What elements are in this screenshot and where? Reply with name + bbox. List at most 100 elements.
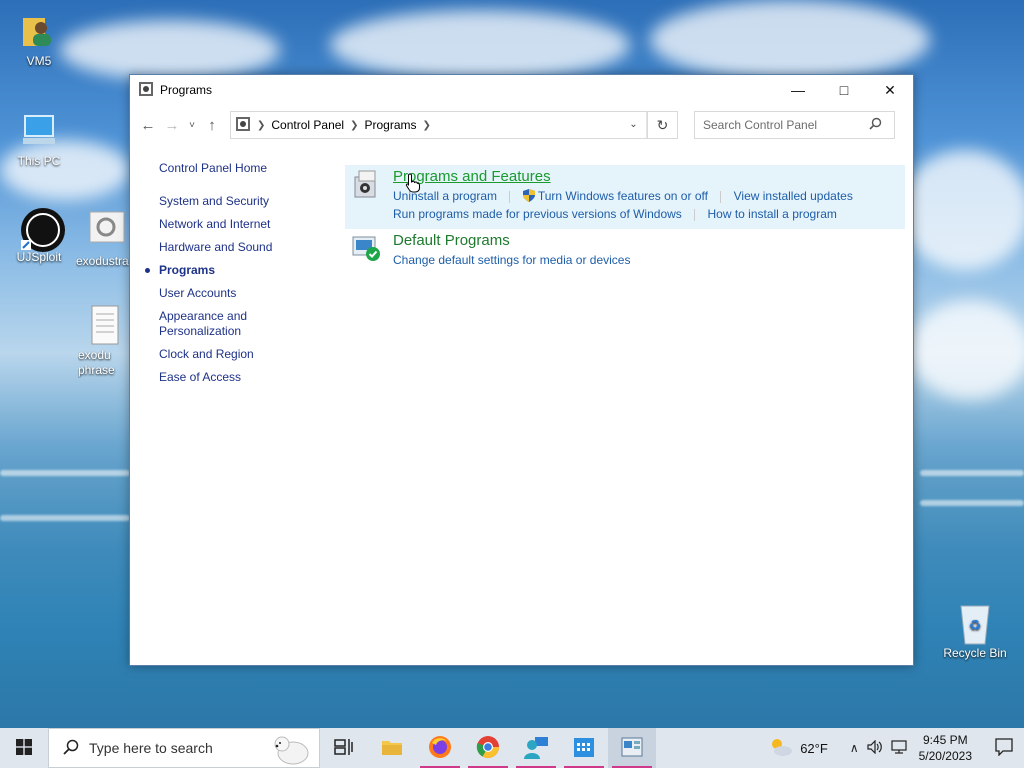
control-panel-taskbar-button[interactable] — [608, 728, 656, 768]
partly-cloudy-icon — [768, 736, 794, 761]
refresh-button[interactable]: ↻ — [648, 111, 678, 139]
search-box[interactable] — [694, 111, 895, 139]
start-button[interactable] — [0, 728, 48, 768]
nav-clock-and-region[interactable]: Clock and Region — [159, 347, 299, 362]
taskbar: Type here to search 62°F ∧ 9:45 PM 5/20/… — [0, 728, 1024, 768]
windows-logo-icon — [16, 738, 32, 758]
app-shortcut-icon — [19, 206, 65, 252]
desktop-icon-exodus-phrase[interactable]: exodu phrase pa — [78, 304, 130, 378]
close-button[interactable]: ✕ — [867, 75, 913, 105]
notification-center-button[interactable] — [984, 728, 1024, 768]
taskbar-clock[interactable]: 9:45 PM 5/20/2023 — [919, 732, 972, 764]
firefox-icon — [428, 735, 452, 762]
turn-windows-features-link[interactable]: Turn Windows features on or off — [538, 189, 708, 203]
nav-network-and-internet[interactable]: Network and Internet — [159, 217, 299, 232]
maximize-button[interactable]: □ — [821, 75, 867, 105]
folder-icon — [381, 738, 403, 759]
nav-programs[interactable]: Programs — [145, 263, 299, 278]
recent-locations-button[interactable]: ˅ — [184, 113, 200, 137]
cloud — [650, 0, 930, 80]
category-programs-and-features: Programs and Features Uninstall a progra… — [345, 165, 905, 229]
nav-system-and-security[interactable]: System and Security — [159, 194, 299, 209]
forward-button[interactable]: → — [160, 113, 184, 137]
desktop-icon-label: VM5 — [26, 54, 52, 68]
back-button[interactable]: ← — [136, 113, 160, 137]
notification-icon — [995, 737, 1013, 759]
breadcrumb-control-panel[interactable]: Control Panel — [271, 118, 344, 132]
content-area: Programs and Features Uninstall a progra… — [345, 165, 905, 273]
category-default-programs: Default Programs Change default settings… — [345, 229, 905, 273]
speaker-icon[interactable] — [867, 739, 883, 757]
user-chat-icon — [523, 735, 549, 762]
calendar-button[interactable] — [560, 728, 608, 768]
view-installed-updates-link[interactable]: View installed updates — [734, 189, 853, 203]
wave — [920, 470, 1024, 476]
search-icon — [63, 739, 79, 758]
default-programs-icon[interactable] — [351, 233, 381, 263]
taskbar-search-box[interactable]: Type here to search — [48, 728, 320, 768]
recycle-bin-icon: ♻ — [955, 602, 995, 645]
calendar-icon — [573, 736, 595, 761]
window-title: Programs — [160, 83, 213, 97]
desktop-icon-recycle-bin[interactable]: ♻ Recycle Bin — [939, 602, 1011, 660]
nav-user-accounts[interactable]: User Accounts — [159, 286, 299, 301]
weather-widget[interactable]: 62°F — [768, 736, 828, 761]
breadcrumb-chevron-icon[interactable]: ❯ — [257, 120, 265, 131]
chrome-icon — [476, 735, 500, 762]
programs-and-features-icon[interactable] — [351, 169, 381, 199]
cloud — [60, 20, 280, 80]
programs-and-features-link[interactable]: Programs and Features — [393, 167, 905, 187]
address-bar[interactable]: ❯ Control Panel ❯ Programs ❯ ⌄ — [230, 111, 648, 139]
nav-hardware-and-sound[interactable]: Hardware and Sound — [159, 240, 299, 255]
settings-file-icon — [86, 210, 126, 250]
firefox-button[interactable] — [416, 728, 464, 768]
breadcrumb-chevron-icon[interactable]: ❯ — [350, 120, 358, 131]
cloud — [910, 300, 1024, 400]
wave — [0, 515, 130, 521]
file-explorer-button[interactable] — [368, 728, 416, 768]
search-icon[interactable] — [869, 117, 882, 133]
link-divider — [694, 208, 696, 221]
taskbar-search-placeholder: Type here to search — [89, 740, 213, 756]
control-panel-home-link[interactable]: Control Panel Home — [159, 161, 299, 176]
control-panel-icon — [138, 81, 154, 100]
desktop-icon-label: exodustra — [76, 254, 129, 268]
chrome-button[interactable] — [464, 728, 512, 768]
control-panel-icon — [621, 737, 643, 760]
temperature: 62°F — [800, 740, 828, 756]
wave — [0, 470, 130, 476]
default-programs-link[interactable]: Default Programs — [393, 231, 905, 251]
desktop-icon-label: exodu phrase pa — [78, 348, 115, 377]
clock-time: 9:45 PM — [922, 733, 968, 747]
run-older-programs-link[interactable]: Run programs made for previous versions … — [393, 207, 682, 221]
desktop-icon-exodustra[interactable]: exodustra — [76, 210, 136, 268]
text-file-icon — [84, 304, 124, 345]
desktop-icon-vm5[interactable]: VM5 — [3, 10, 75, 68]
breadcrumb-chevron-icon[interactable]: ❯ — [423, 120, 431, 131]
minimize-button[interactable]: — — [775, 75, 821, 105]
change-default-settings-link[interactable]: Change default settings for media or dev… — [393, 253, 630, 267]
up-button[interactable]: ↑ — [200, 113, 224, 137]
breadcrumb-programs[interactable]: Programs — [365, 118, 417, 132]
hand-cursor-icon — [405, 173, 421, 196]
nav-ease-of-access[interactable]: Ease of Access — [159, 370, 299, 385]
refresh-icon: ↻ — [656, 116, 669, 133]
link-divider — [509, 190, 511, 203]
nav-appearance-and-personalization[interactable]: Appearance and Personalization — [159, 309, 299, 339]
show-hidden-icons-chevron-icon[interactable]: ∧ — [850, 741, 859, 755]
address-dropdown-icon[interactable]: ⌄ — [621, 112, 647, 138]
system-tray: 62°F ∧ 9:45 PM 5/20/2023 — [768, 728, 1024, 768]
desktop-icon-this-pc[interactable]: This PC — [3, 110, 75, 168]
remote-support-button[interactable] — [512, 728, 560, 768]
search-input[interactable] — [703, 118, 869, 132]
nav-programs-label: Programs — [159, 263, 216, 277]
folder-user-icon — [19, 10, 59, 50]
network-icon[interactable] — [891, 739, 907, 757]
uac-shield-icon — [522, 189, 538, 203]
desktop-icon-ujsploit[interactable]: UJSploit — [3, 206, 75, 264]
wave — [920, 500, 1024, 506]
polar-bear-icon — [269, 731, 315, 768]
computer-icon — [19, 110, 59, 150]
task-view-button[interactable] — [320, 728, 368, 768]
how-to-install-link[interactable]: How to install a program — [707, 207, 836, 221]
